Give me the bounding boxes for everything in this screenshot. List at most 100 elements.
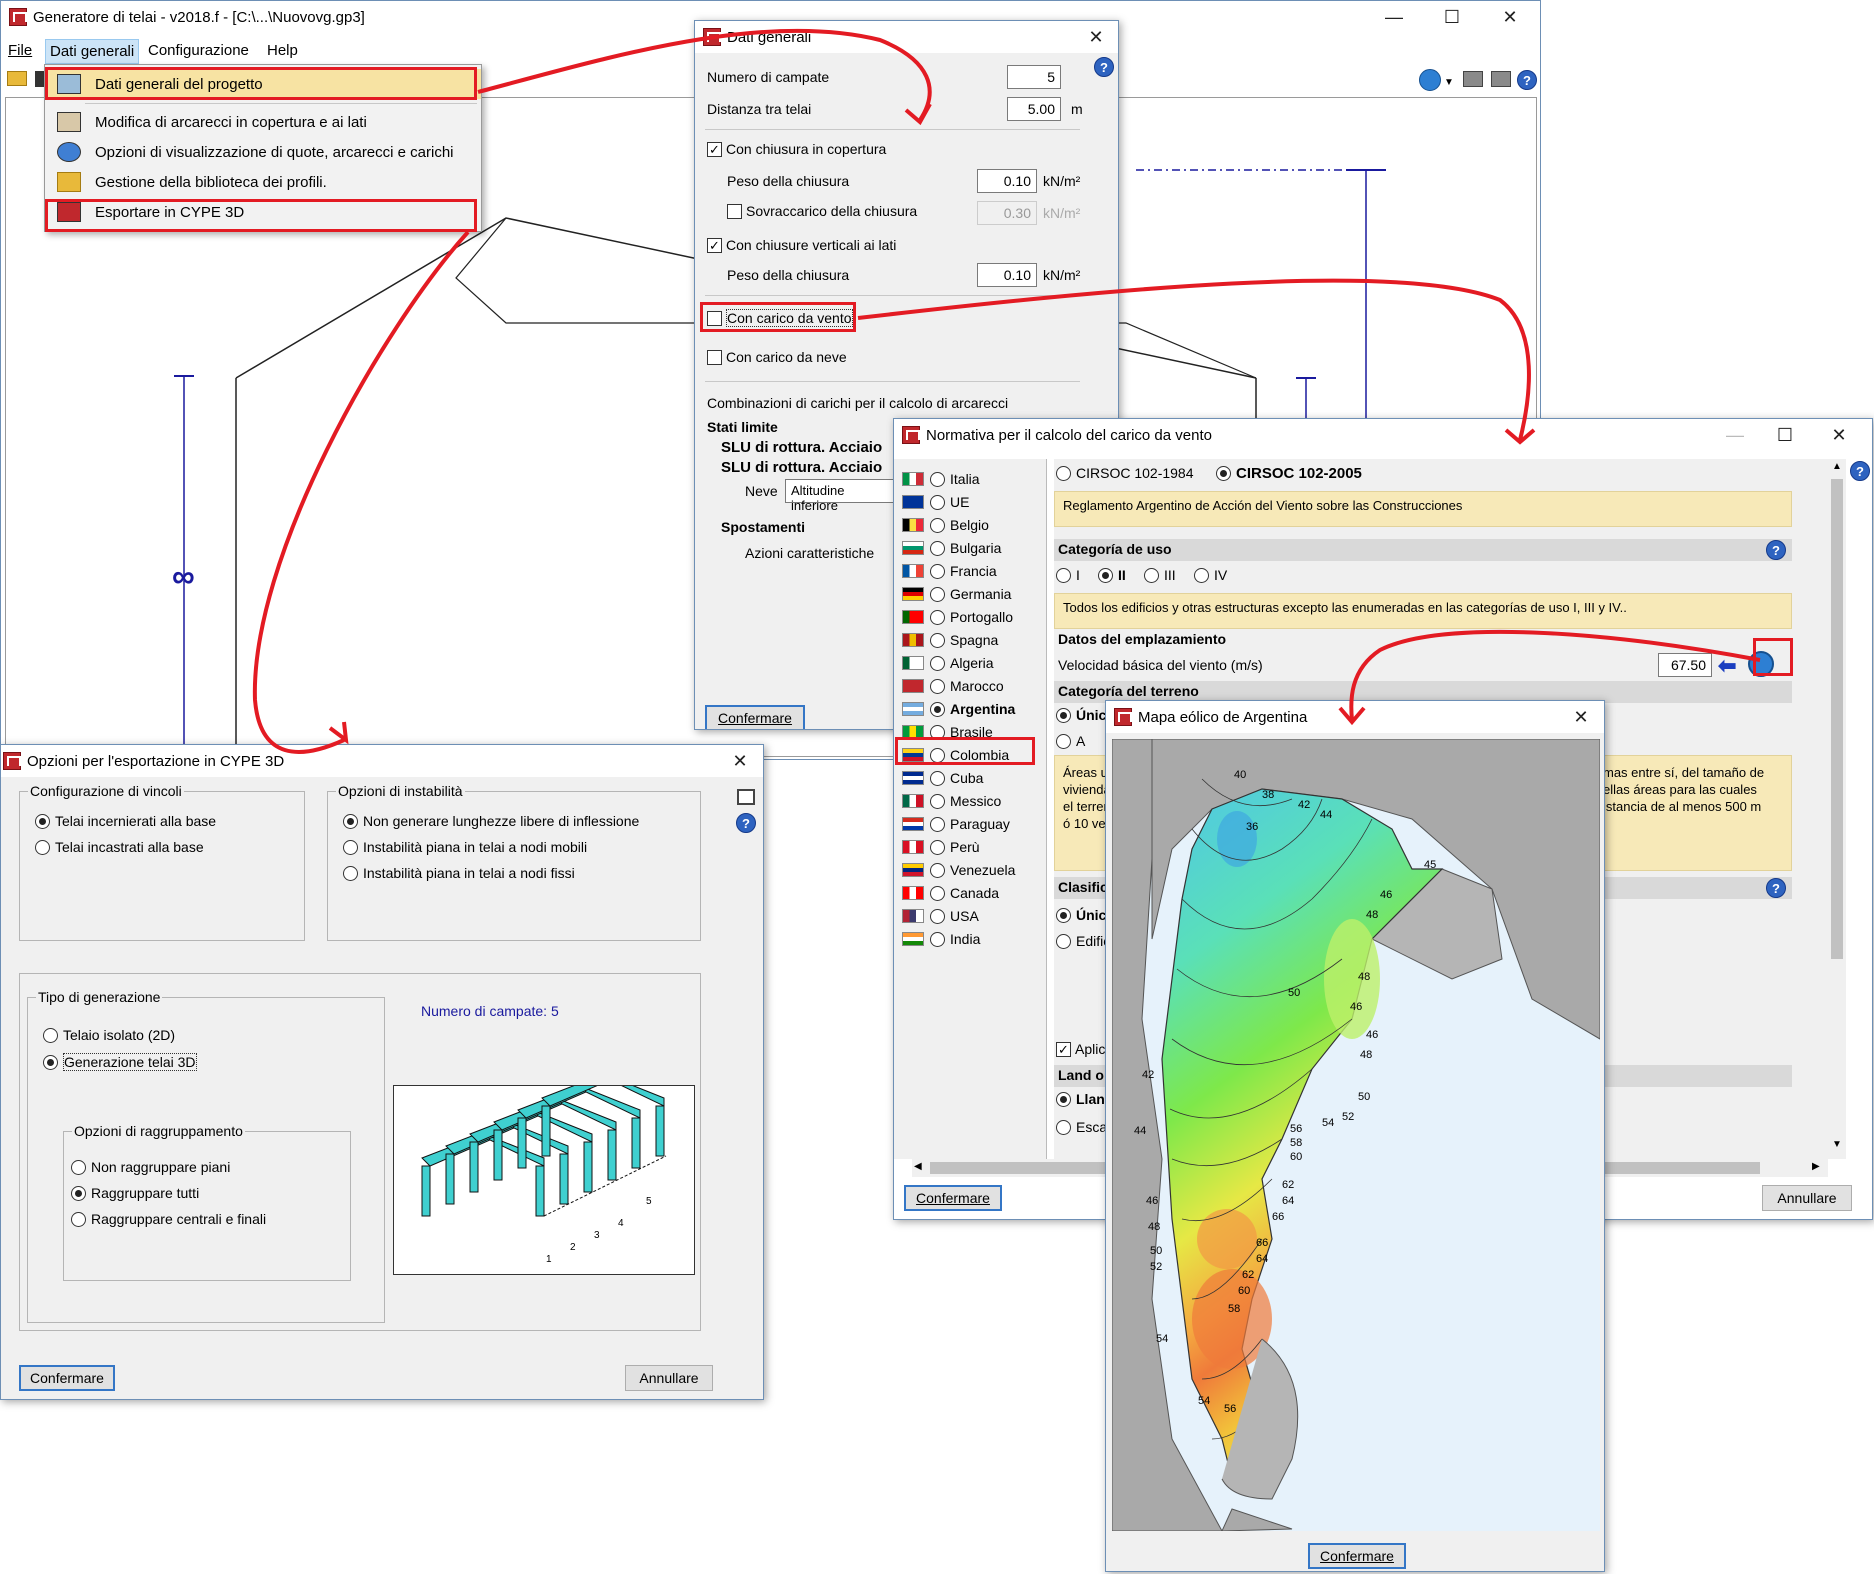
- country-label: UE: [950, 494, 970, 510]
- menu-item-biblioteca-profili[interactable]: Gestione della biblioteca dei profili.: [45, 167, 481, 197]
- export-confermare-button[interactable]: Confermare: [19, 1365, 115, 1391]
- radio-nodi-fissi[interactable]: Instabilità piana in telai a nodi fissi: [343, 865, 575, 881]
- country-item-italia[interactable]: Italia: [902, 471, 980, 487]
- help-icon[interactable]: ?: [1094, 57, 1114, 77]
- country-item-francia[interactable]: Francia: [902, 563, 997, 579]
- radio-telaio-2d[interactable]: Telaio isolato (2D): [43, 1027, 175, 1043]
- flag-icon: [902, 909, 924, 923]
- export-annullare-button[interactable]: Annullare: [625, 1365, 713, 1391]
- globe-dropdown-icon[interactable]: [1419, 69, 1441, 91]
- normativa-annullare-button[interactable]: Annullare: [1762, 1185, 1852, 1211]
- radio-uso-iv[interactable]: IV: [1194, 567, 1227, 583]
- scroll-thumb[interactable]: [1831, 479, 1843, 959]
- n-campate-input[interactable]: 5: [1007, 65, 1061, 89]
- peso-chiusura-lati-input[interactable]: 0.10: [977, 263, 1037, 287]
- radio-nodi-mobili[interactable]: Instabilità piana in telai a nodi mobili: [343, 839, 587, 855]
- radio-raggruppare-tutti[interactable]: Raggruppare tutti: [71, 1185, 199, 1201]
- help-icon[interactable]: ?: [736, 813, 756, 833]
- radio-terreno-a[interactable]: A: [1056, 733, 1085, 749]
- minimize-icon[interactable]: —: [1712, 419, 1758, 451]
- country-item-usa[interactable]: USA: [902, 908, 979, 924]
- country-item-messico[interactable]: Messico: [902, 793, 1001, 809]
- normativa-confermare-button[interactable]: Confermare: [904, 1185, 1002, 1211]
- menu-file[interactable]: File: [8, 42, 32, 59]
- radio-escarpa[interactable]: Esca: [1056, 1119, 1107, 1135]
- country-item-india[interactable]: India: [902, 931, 980, 947]
- maximize-icon[interactable]: ☐: [1762, 419, 1808, 451]
- radio-clasific-unica[interactable]: Únic: [1056, 907, 1106, 923]
- isoline-label: 48: [1360, 1049, 1373, 1061]
- radio-incernierati[interactable]: Telai incernierati alla base: [35, 813, 216, 829]
- chiusura-copertura-checkbox[interactable]: ✓ Con chiusura in copertura: [707, 141, 886, 157]
- close-icon[interactable]: ✕: [1487, 1, 1533, 33]
- menu-item-opzioni-visualizzazione[interactable]: Opzioni di visualizzazione di quote, arc…: [45, 137, 481, 167]
- country-label: Belgio: [950, 517, 989, 533]
- book-icon[interactable]: [737, 789, 755, 805]
- radio-terreno-unica[interactable]: Únic: [1056, 707, 1106, 723]
- sovraccarico-checkbox[interactable]: Sovraccarico della chiusura: [727, 203, 917, 219]
- radio-llano[interactable]: Llan: [1056, 1091, 1105, 1107]
- country-item-argentina[interactable]: Argentina: [902, 701, 1015, 717]
- country-item-portogallo[interactable]: Portogallo: [902, 609, 1013, 625]
- country-item-ue[interactable]: UE: [902, 494, 969, 510]
- country-item-algeria[interactable]: Algeria: [902, 655, 994, 671]
- menu-help[interactable]: Help: [267, 42, 298, 59]
- radio-incastrati[interactable]: Telai incastrati alla base: [35, 839, 204, 855]
- distanza-input[interactable]: 5.00: [1007, 97, 1061, 121]
- radio-non-raggruppare[interactable]: Non raggruppare piani: [71, 1159, 230, 1175]
- neve-select[interactable]: Altitudine inferiore: [785, 479, 895, 513]
- radio-telai-3d[interactable]: Generazione telai 3D: [43, 1053, 197, 1071]
- export-print-icon[interactable]: [1491, 71, 1511, 87]
- country-item-paraguay[interactable]: Paraguay: [902, 816, 1010, 832]
- radio-uso-ii[interactable]: II: [1098, 567, 1126, 583]
- country-item-spagna[interactable]: Spagna: [902, 632, 998, 648]
- country-item-per[interactable]: Perù: [902, 839, 980, 855]
- radio-raggruppare-centrali[interactable]: Raggruppare centrali e finali: [71, 1211, 266, 1227]
- peso-chiusura-input[interactable]: 0.10: [977, 169, 1037, 193]
- close-icon[interactable]: ✕: [1073, 21, 1118, 53]
- help-icon[interactable]: ?: [1850, 461, 1870, 481]
- close-icon[interactable]: ✕: [1816, 419, 1862, 451]
- radio-cirsoc-2005[interactable]: CIRSOC 102-2005: [1216, 465, 1362, 482]
- radio-cirsoc-1984[interactable]: CIRSOC 102-1984: [1056, 465, 1194, 481]
- dati-title: Dati generali: [727, 28, 812, 46]
- help-icon[interactable]: ?: [1517, 70, 1537, 90]
- country-item-canada[interactable]: Canada: [902, 885, 999, 901]
- country-item-germania[interactable]: Germania: [902, 586, 1011, 602]
- menu-dati-generali[interactable]: Dati generali: [45, 39, 140, 64]
- chiusure-lati-checkbox[interactable]: ✓ Con chiusure verticali ai lati: [707, 237, 896, 253]
- open-folder-icon[interactable]: [7, 71, 27, 86]
- arrow-left-icon[interactable]: ⬅: [1718, 653, 1736, 679]
- velocidad-input[interactable]: 67.50: [1658, 653, 1712, 677]
- help-icon[interactable]: ?: [1766, 540, 1786, 560]
- print-icon[interactable]: [1463, 71, 1483, 87]
- dati-confermare-button[interactable]: Confermare: [705, 705, 805, 729]
- wind-map[interactable]: 40 38 36 42 44 45 46 48 48 46 50 46 48 5…: [1112, 739, 1600, 1531]
- carico-neve-checkbox[interactable]: Con carico da neve: [707, 349, 847, 365]
- country-item-cuba[interactable]: Cuba: [902, 770, 983, 786]
- radio-uso-iii[interactable]: III: [1144, 567, 1176, 583]
- scroll-left-icon[interactable]: ◀: [914, 1161, 922, 1172]
- country-item-bulgaria[interactable]: Bulgaria: [902, 540, 1001, 556]
- maximize-icon[interactable]: ☐: [1429, 1, 1475, 33]
- neve-label: Neve: [745, 483, 778, 499]
- radio-uso-i[interactable]: I: [1056, 567, 1080, 583]
- help-icon[interactable]: ?: [1766, 878, 1786, 898]
- radio-no-lunghezze[interactable]: Non generare lunghezze libere di infless…: [343, 813, 639, 829]
- country-item-venezuela[interactable]: Venezuela: [902, 862, 1015, 878]
- chevron-down-icon[interactable]: ▼: [1444, 77, 1454, 88]
- scroll-right-icon[interactable]: ▶: [1812, 1161, 1820, 1172]
- menu-configurazione[interactable]: Configurazione: [148, 42, 249, 59]
- radio-edificio[interactable]: Edific: [1056, 933, 1110, 949]
- minimize-icon[interactable]: —: [1371, 1, 1417, 33]
- menu-item-modifica-arcarecci[interactable]: Modifica di arcarecci in copertura e ai …: [45, 107, 481, 137]
- close-icon[interactable]: ✕: [1558, 701, 1604, 733]
- close-icon[interactable]: ✕: [717, 745, 763, 777]
- aplica-checkbox[interactable]: ✓ Aplic: [1056, 1041, 1105, 1057]
- country-item-belgio[interactable]: Belgio: [902, 517, 989, 533]
- scroll-up-icon[interactable]: ▲: [1832, 461, 1842, 472]
- scroll-down-icon[interactable]: ▼: [1832, 1139, 1842, 1150]
- country-item-marocco[interactable]: Marocco: [902, 678, 1004, 694]
- vertical-scrollbar[interactable]: ▲ ▼: [1828, 459, 1846, 1159]
- mapa-confermare-button[interactable]: Confermare: [1308, 1543, 1406, 1569]
